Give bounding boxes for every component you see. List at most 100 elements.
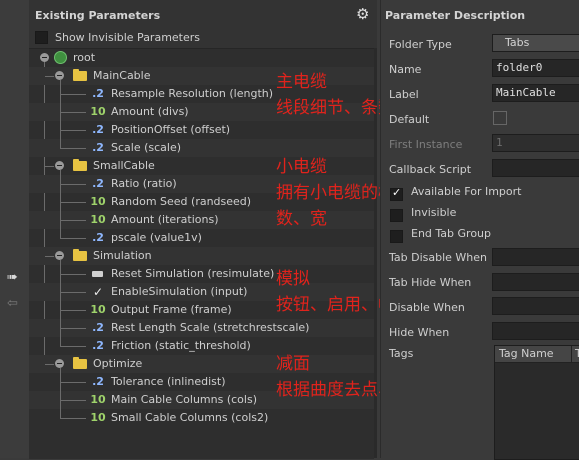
gear-icon[interactable]: ⚙ <box>356 6 372 22</box>
callback-script-label: Callback Script <box>389 163 472 176</box>
folder-icon <box>73 159 87 171</box>
tree-folder-row[interactable]: Simulation <box>29 247 374 265</box>
disable-when-field[interactable] <box>492 297 579 315</box>
collapse-icon[interactable] <box>55 161 64 170</box>
arrow-left-icon[interactable]: ⇦ <box>7 296 18 311</box>
tag-name-header[interactable]: Tag Name <box>499 347 554 360</box>
transfer-strip: ➠ ⇦ <box>0 0 30 458</box>
tab-hide-when-label: Tab Hide When <box>389 276 472 289</box>
annotation-note: 数、宽 <box>276 209 327 229</box>
float-param-icon: .2 <box>92 231 104 244</box>
tree-connector <box>60 382 86 383</box>
available-for-import-checkbox[interactable] <box>390 186 403 201</box>
tags-label: Tags <box>389 347 414 360</box>
tree-folder-label: Simulation <box>93 249 152 262</box>
float-param-icon: .2 <box>92 321 104 334</box>
tree-folder-label: MainCable <box>93 69 151 82</box>
tree-connector <box>60 292 86 293</box>
label-label: Label <box>389 88 419 101</box>
tree-parameter-label: Ratio (ratio) <box>111 177 177 190</box>
name-label: Name <box>389 63 422 76</box>
tree-connector <box>60 260 61 346</box>
tree-folder-row[interactable]: Optimize <box>29 355 374 373</box>
tree-parameter-label: pscale (value1v) <box>111 231 202 244</box>
collapse-icon[interactable] <box>55 359 64 368</box>
tree-connector <box>60 274 86 275</box>
tag-col2-header[interactable]: T <box>575 347 579 360</box>
tree-connector <box>45 256 54 257</box>
tags-table[interactable]: Tag Name T <box>494 345 579 460</box>
default-label: Default <box>389 113 430 126</box>
tree-folder-label: SmallCable <box>93 159 155 172</box>
show-invisible-checkbox[interactable] <box>35 30 48 44</box>
toggle-param-icon: ✓ <box>92 285 104 299</box>
tree-parameter-label: Friction (static_threshold) <box>111 339 251 352</box>
collapse-icon[interactable] <box>55 251 64 260</box>
tree-connector <box>60 368 61 418</box>
tree-connector <box>60 328 86 329</box>
tree-connector <box>45 166 54 167</box>
callback-script-field[interactable] <box>492 159 579 177</box>
float-param-icon: .2 <box>92 141 104 154</box>
tree-connector <box>45 76 54 77</box>
invisible-checkbox[interactable] <box>390 209 403 222</box>
tree-folder-label: Optimize <box>93 357 143 370</box>
folder-type-select[interactable]: Tabs <box>492 34 579 52</box>
tree-parameter-label: Output Frame (frame) <box>111 303 232 316</box>
tree-connector <box>60 310 86 311</box>
tab-disable-when-field[interactable] <box>492 248 579 266</box>
tree-connector <box>60 220 86 221</box>
float-param-icon: .2 <box>92 123 104 136</box>
tree-parameter-label: Reset Simulation (resimulate) <box>111 267 275 280</box>
annotation-note: 小电缆 <box>276 157 327 177</box>
show-invisible-toggle[interactable]: Show Invisible Parameters <box>35 30 200 46</box>
folder-icon <box>73 357 87 369</box>
collapse-icon[interactable] <box>40 53 49 62</box>
description-title: Parameter Description <box>385 9 526 22</box>
tree-connector <box>60 130 86 131</box>
tree-connector <box>60 80 61 148</box>
default-expand-icon[interactable] <box>493 111 507 125</box>
float-param-icon: .2 <box>92 339 104 352</box>
annotation-note: 主电缆 <box>276 72 327 92</box>
tree-parameter-label: Random Seed (randseed) <box>111 195 252 208</box>
annotation-note: 减面 <box>276 354 310 374</box>
name-field[interactable]: folder0 <box>492 59 579 77</box>
tree-parameter-label: PositionOffset (offset) <box>111 123 231 136</box>
hide-when-label: Hide When <box>389 326 450 339</box>
first-instance-label: First Instance <box>389 138 463 151</box>
folder-icon <box>73 249 87 261</box>
tree-parameter-label: Tolerance (inlinedist) <box>111 375 226 388</box>
tree-root-label: root <box>73 51 96 64</box>
end-tab-group-label: End Tab Group <box>411 227 492 240</box>
float-param-icon: .2 <box>92 375 104 388</box>
float-param-icon: .2 <box>92 177 104 190</box>
tree-parameter-label: Resample Resolution (length) <box>111 87 274 100</box>
tab-hide-when-field[interactable] <box>492 273 579 291</box>
folder-icon <box>73 69 87 81</box>
int-param-icon: 10 <box>90 105 106 118</box>
available-for-import-label: Available For Import <box>411 185 522 198</box>
first-instance-field[interactable]: 1 <box>492 134 579 152</box>
panel-title: Existing Parameters <box>35 9 161 22</box>
tree-connector <box>45 364 54 365</box>
arrow-right-icon[interactable]: ➠ <box>7 270 18 285</box>
annotation-note: 模拟 <box>276 269 310 289</box>
int-param-icon: 10 <box>90 195 106 208</box>
collapse-icon[interactable] <box>55 71 64 80</box>
tree-connector <box>60 346 86 347</box>
tree-connector <box>60 112 86 113</box>
int-param-icon: 10 <box>90 303 106 316</box>
tree-parameter-label: Main Cable Columns (cols) <box>111 393 257 406</box>
globe-icon <box>54 51 67 64</box>
label-field[interactable]: MainCable <box>492 84 579 102</box>
tree-root-row[interactable]: root <box>29 49 374 67</box>
disable-when-label: Disable When <box>389 301 465 314</box>
tree-parameter-label: Amount (divs) <box>111 105 189 118</box>
tree-connector <box>60 148 86 149</box>
end-tab-group-checkbox[interactable] <box>390 230 403 243</box>
hide-when-field[interactable] <box>492 322 579 340</box>
show-invisible-label: Show Invisible Parameters <box>55 30 201 44</box>
existing-parameters-header: Existing Parameters ⚙ <box>29 0 377 28</box>
tree-connector <box>60 202 86 203</box>
